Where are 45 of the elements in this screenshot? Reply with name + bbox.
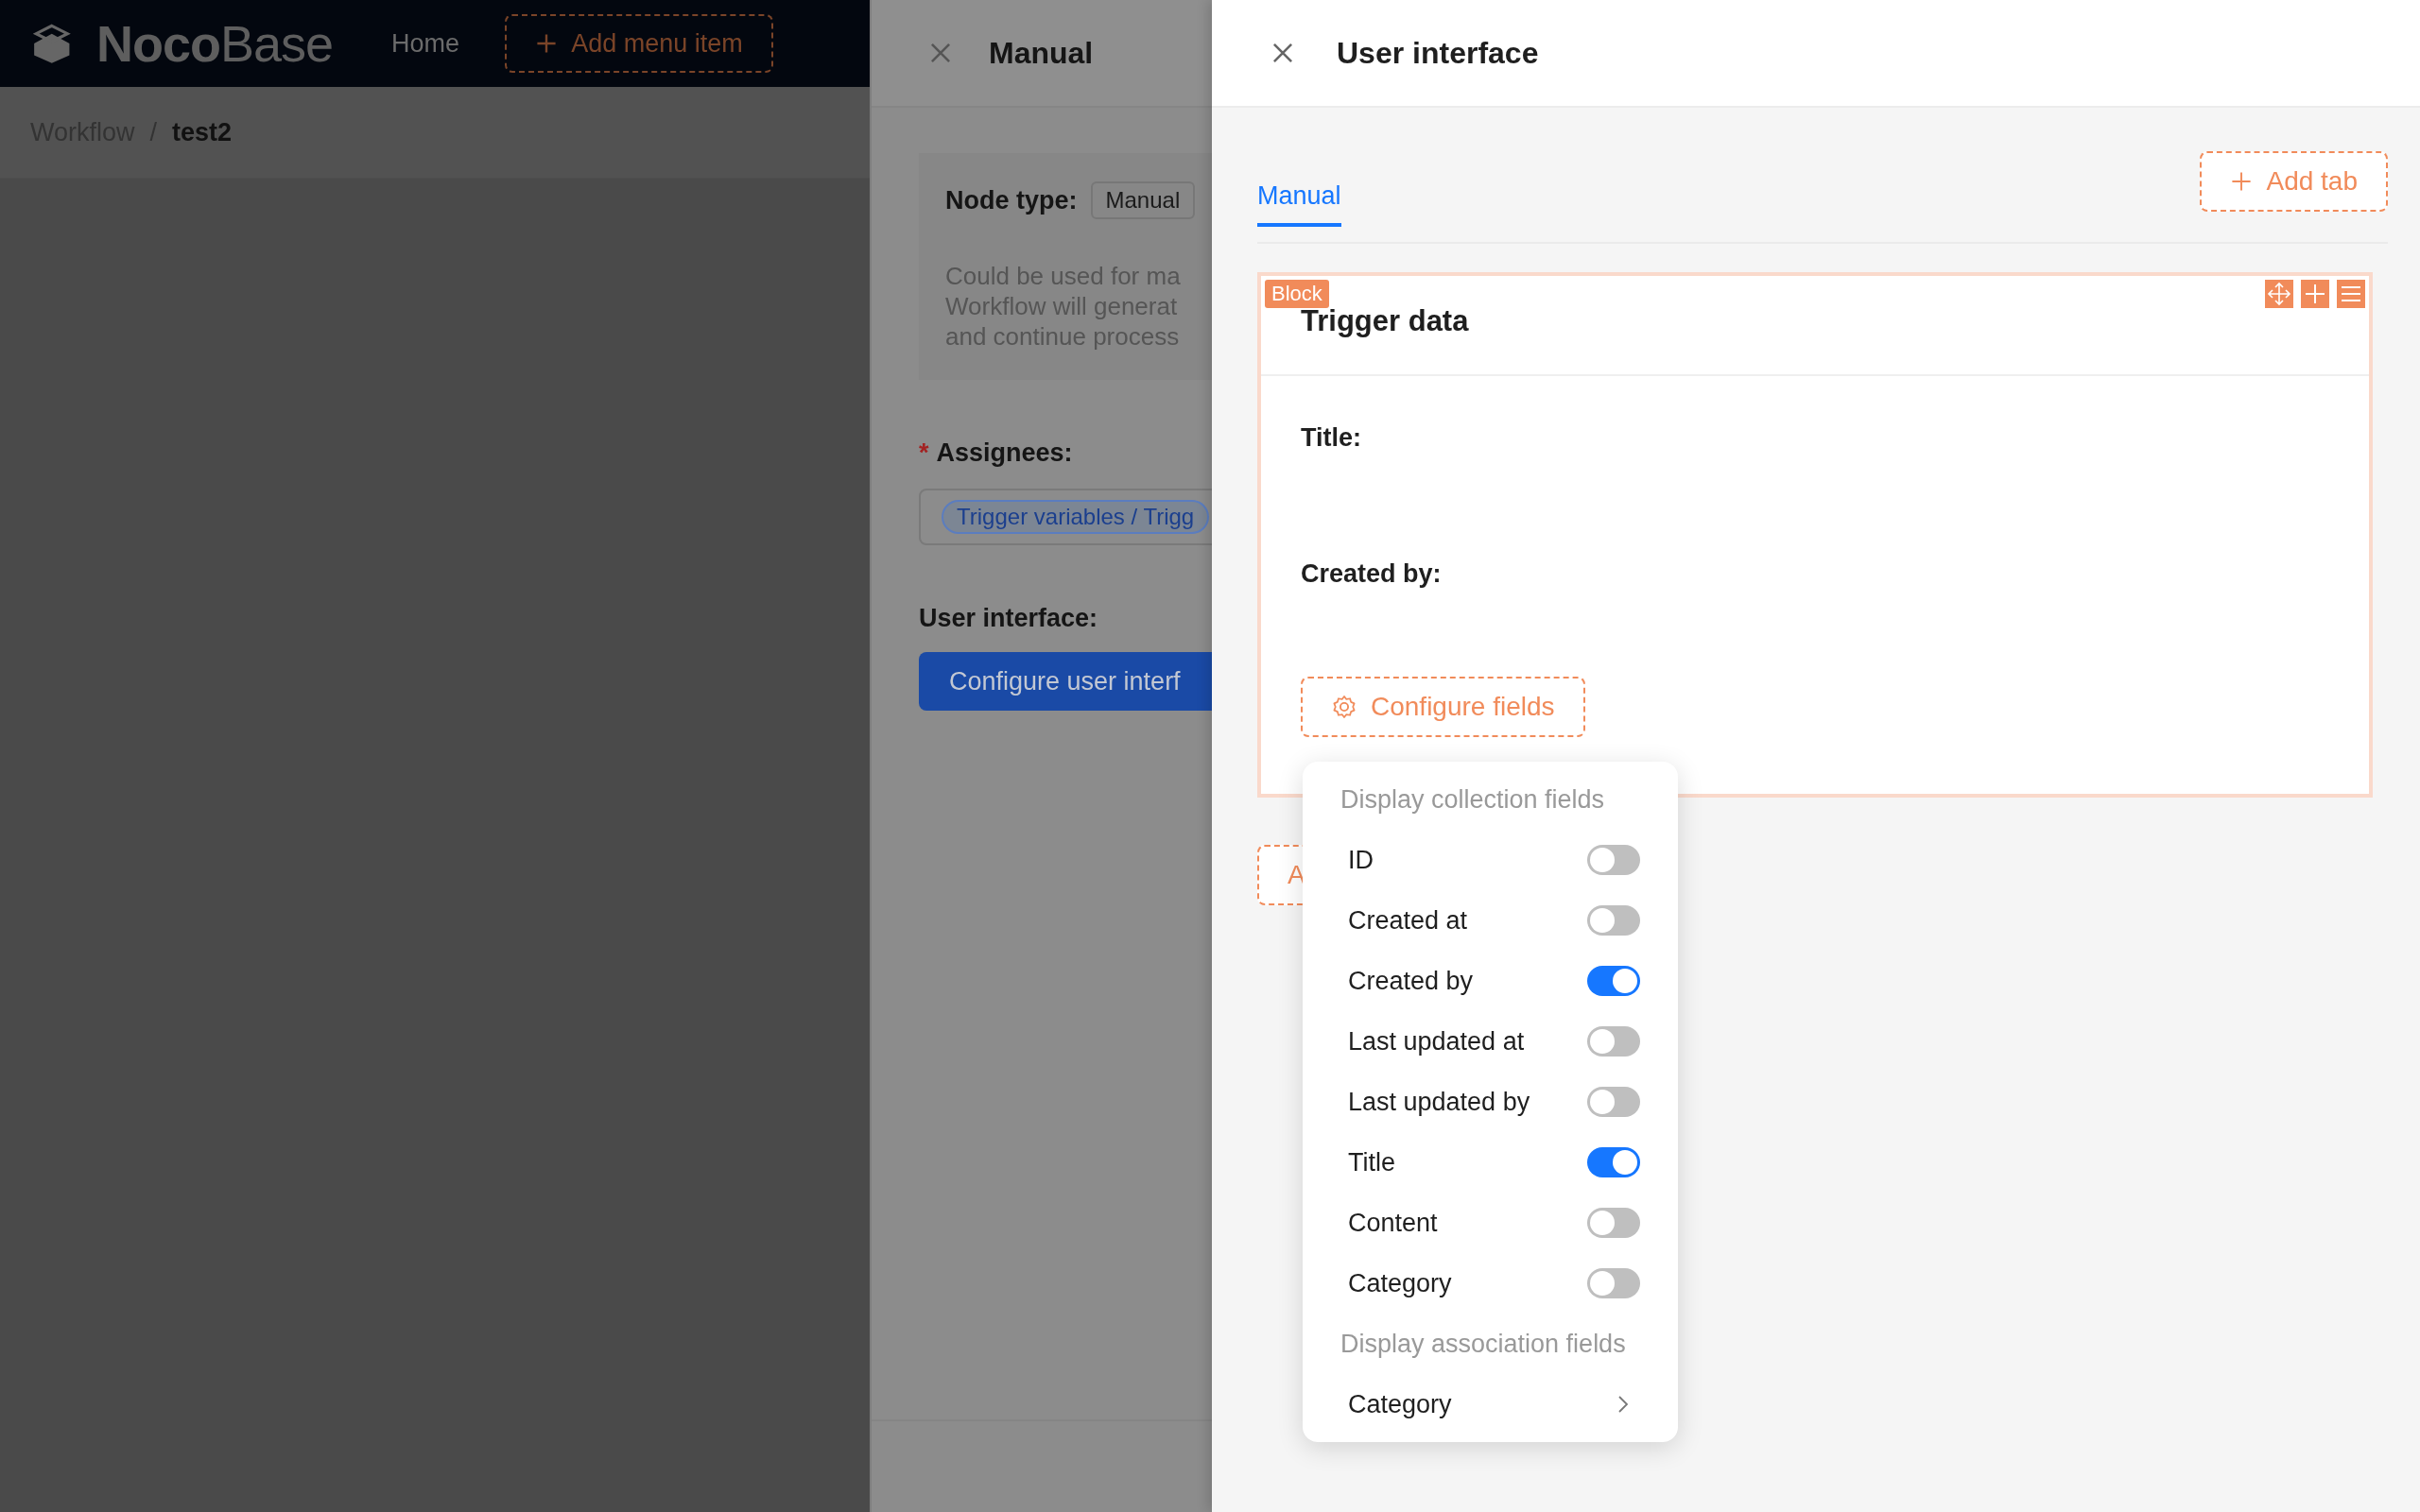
chevron-right-icon — [1617, 1395, 1629, 1414]
node-type-tag: Manual — [1090, 181, 1196, 219]
menu-item[interactable]: Created by — [1303, 951, 1678, 1011]
assignees-label: Assignees: — [936, 438, 1073, 468]
move-icon[interactable] — [2265, 280, 2293, 308]
menu-icon[interactable] — [2337, 280, 2365, 308]
drawer-title: User interface — [1337, 35, 1539, 71]
block-badge: Block — [1265, 280, 1329, 308]
add-icon[interactable] — [2301, 280, 2329, 308]
toggle-switch[interactable] — [1587, 1026, 1640, 1057]
drawer-title: Manual — [989, 35, 1094, 71]
menu-item[interactable]: Created at — [1303, 890, 1678, 951]
required-asterisk-icon: * — [919, 438, 929, 468]
configure-user-interface-button[interactable]: Configure user interf — [919, 652, 1214, 711]
toggle-switch[interactable] — [1587, 1147, 1640, 1177]
toggle-switch[interactable] — [1587, 1087, 1640, 1117]
user-interface-label: User interface: — [919, 604, 1098, 633]
close-icon[interactable] — [928, 41, 953, 65]
menu-item[interactable]: Title — [1303, 1132, 1678, 1193]
menu-group-heading: Display collection fields — [1340, 784, 1606, 816]
logo-text: NocoBase — [96, 14, 334, 73]
menu-item[interactable]: Content — [1303, 1193, 1678, 1253]
menu-group-heading: Display association fields — [1340, 1329, 1627, 1360]
toggle-switch[interactable] — [1587, 845, 1640, 875]
toggle-switch[interactable] — [1587, 905, 1640, 936]
nav-link[interactable]: Home — [391, 28, 460, 59]
tab[interactable]: Manual — [1257, 168, 1341, 227]
assignee-tag: Trigger variables / Trigg — [942, 500, 1210, 534]
menu-item[interactable]: Category — [1303, 1374, 1678, 1435]
plus-icon — [535, 32, 559, 55]
field-label: Title: — [1301, 423, 1361, 454]
menu-item[interactable]: ID — [1303, 830, 1678, 890]
toggle-switch[interactable] — [1587, 966, 1640, 996]
node-type-label: Node type: — [945, 185, 1078, 215]
toggle-switch[interactable] — [1587, 1268, 1640, 1298]
menu-item[interactable]: Last updated by — [1303, 1072, 1678, 1132]
breadcrumb-separator: / — [149, 117, 158, 147]
toggle-switch[interactable] — [1587, 1208, 1640, 1238]
breadcrumb-item: test2 — [172, 117, 233, 147]
field-label: Created by: — [1301, 559, 1442, 590]
close-icon[interactable] — [1270, 41, 1295, 65]
settings-icon — [1331, 694, 1357, 720]
menu-item[interactable]: Category — [1303, 1253, 1678, 1314]
plus-icon — [2230, 170, 2254, 193]
menu-item[interactable]: Last updated at — [1303, 1011, 1678, 1072]
